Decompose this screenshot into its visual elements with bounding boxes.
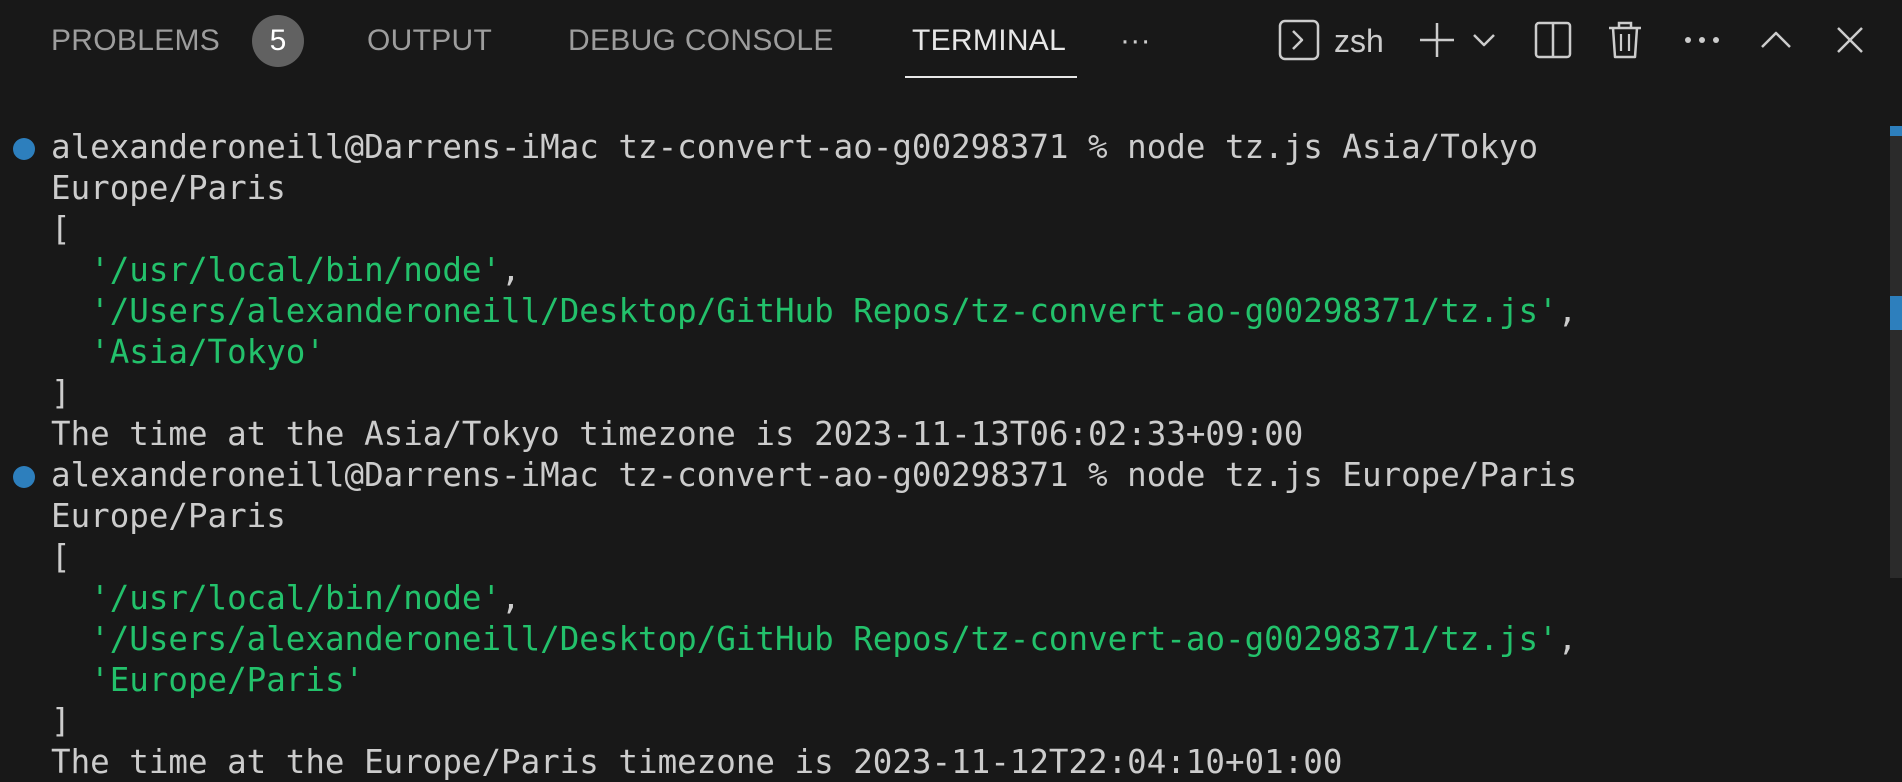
chevron-up-icon[interactable] (1752, 16, 1800, 64)
line-punctuation: , (1557, 292, 1578, 330)
terminal-command-line: alexanderoneill@Darrens-iMac tz-convert-… (51, 456, 1578, 494)
tabs-more-button[interactable]: ··· (1120, 0, 1151, 82)
terminal-icon[interactable] (1275, 16, 1323, 64)
string-literal: '/Users/alexanderoneill/Desktop/GitHub R… (90, 620, 1558, 658)
terminal-output-line: Europe/Paris (51, 497, 286, 535)
more-horizontal-icon: ··· (1120, 24, 1151, 57)
prompt-status-dot[interactable] (13, 466, 35, 488)
line-punctuation: , (501, 579, 521, 617)
terminal-output-line: '/usr/local/bin/node', (51, 578, 521, 619)
terminal-scrollbar[interactable] (1890, 126, 1902, 578)
tab-output-label: OUTPUT (367, 24, 493, 57)
active-tab-indicator (905, 76, 1077, 78)
close-icon[interactable] (1826, 16, 1874, 64)
panel-header: PROBLEMS 5 OUTPUT DEBUG CONSOLE TERMINAL… (0, 0, 1902, 82)
plus-icon[interactable] (1413, 16, 1461, 64)
string-literal: '/Users/alexanderoneill/Desktop/GitHub R… (90, 292, 1558, 330)
shell-name-label[interactable]: zsh (1334, 0, 1384, 82)
string-literal: '/usr/local/bin/node' (90, 579, 502, 617)
terminal-output-line: '/Users/alexanderoneill/Desktop/GitHub R… (51, 619, 1577, 660)
tab-problems-label: PROBLEMS (51, 24, 221, 57)
scrollbar-marker (1890, 126, 1902, 136)
terminal-output-line: 'Asia/Tokyo' (51, 332, 325, 373)
terminal-output-line: ] (51, 702, 71, 740)
line-punctuation: , (501, 251, 521, 289)
string-literal: 'Asia/Tokyo' (90, 333, 325, 371)
terminal-output-line: The time at the Asia/Tokyo timezone is 2… (51, 415, 1304, 453)
more-icon[interactable] (1678, 16, 1726, 64)
split-icon[interactable] (1529, 16, 1577, 64)
problems-count-badge: 5 (252, 15, 304, 67)
tab-terminal[interactable]: TERMINAL (912, 0, 1066, 82)
tab-debug-console[interactable]: DEBUG CONSOLE (568, 0, 834, 82)
tab-terminal-label: TERMINAL (912, 24, 1067, 57)
trash-icon[interactable] (1601, 16, 1649, 64)
tab-problems[interactable]: PROBLEMS (51, 0, 220, 82)
terminal-output-line: '/Users/alexanderoneill/Desktop/GitHub R… (51, 291, 1577, 332)
tab-output[interactable]: OUTPUT (367, 0, 492, 82)
terminal-output-line: '/usr/local/bin/node', (51, 250, 521, 291)
terminal-output-line: ] (51, 374, 71, 412)
prompt-status-dot[interactable] (13, 138, 35, 160)
tab-debug-console-label: DEBUG CONSOLE (568, 24, 834, 57)
terminal-command-line: alexanderoneill@Darrens-iMac tz-convert-… (51, 128, 1539, 166)
terminal-output[interactable]: alexanderoneill@Darrens-iMac tz-convert-… (0, 82, 1890, 782)
terminal-output-line: The time at the Europe/Paris timezone is… (51, 743, 1343, 781)
chevron-down-icon[interactable] (1460, 16, 1508, 64)
terminal-output-line: 'Europe/Paris' (51, 660, 364, 701)
terminal-output-line: [ (51, 538, 71, 576)
terminal-output-line: Europe/Paris (51, 169, 286, 207)
string-literal: 'Europe/Paris' (90, 661, 365, 699)
string-literal: '/usr/local/bin/node' (90, 251, 502, 289)
terminal-output-line: [ (51, 210, 71, 248)
scrollbar-thumb[interactable] (1890, 296, 1902, 330)
line-punctuation: , (1557, 620, 1578, 658)
